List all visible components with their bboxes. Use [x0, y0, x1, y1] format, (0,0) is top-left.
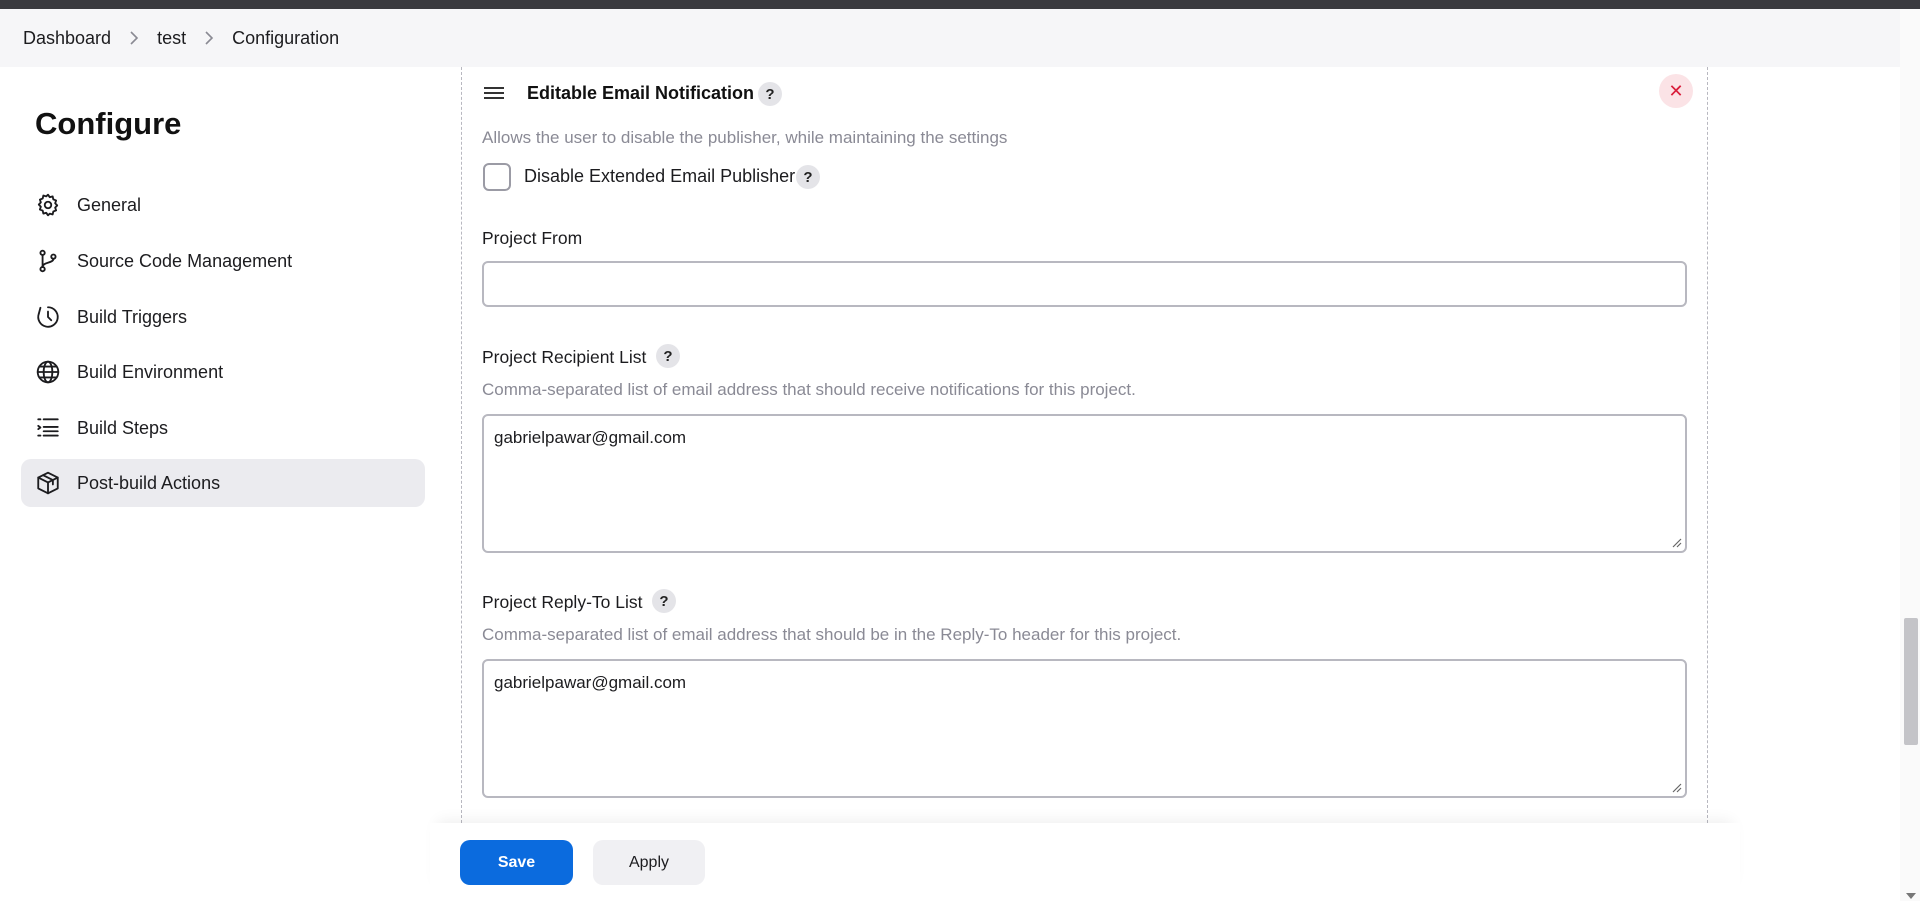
sidebar-item-post-build-actions[interactable]: Post-build Actions: [21, 459, 425, 507]
textarea-value: gabrielpawar@gmail.com: [494, 428, 687, 447]
project-recipient-list-textarea[interactable]: gabrielpawar@gmail.com: [482, 414, 1687, 553]
disable-extended-email-label: Disable Extended Email Publisher: [524, 166, 796, 186]
breadcrumb-test[interactable]: test: [157, 28, 186, 49]
help-icon[interactable]: ?: [656, 344, 680, 368]
project-from-label: Project From: [482, 228, 583, 248]
sidebar-item-label: Build Triggers: [77, 306, 188, 327]
project-from-input[interactable]: [482, 261, 1687, 307]
sidebar-item-label: Build Steps: [77, 417, 169, 438]
disable-description: Allows the user to disable the publisher…: [482, 128, 1008, 147]
sidebar-item-label: Post-build Actions: [77, 472, 221, 493]
top-bar: [0, 0, 1920, 9]
sidebar-item-build-steps[interactable]: Build Steps: [21, 404, 425, 452]
gear-icon: [35, 192, 61, 218]
chevron-right-icon: [129, 31, 139, 45]
package-icon: [35, 470, 61, 496]
breadcrumb-dashboard[interactable]: Dashboard: [23, 28, 111, 49]
help-icon[interactable]: ?: [796, 165, 820, 189]
save-button[interactable]: Save: [460, 840, 573, 885]
disable-extended-email-checkbox[interactable]: [483, 163, 511, 191]
sidebar-item-source-code-management[interactable]: Source Code Management: [21, 237, 425, 285]
page-scrollbar[interactable]: [1900, 9, 1920, 901]
project-reply-to-list-textarea[interactable]: gabrielpawar@gmail.com: [482, 659, 1687, 798]
form-footer: Save Apply: [430, 823, 1740, 901]
project-reply-to-list-description: Comma-separated list of email address th…: [482, 625, 1182, 644]
breadcrumb-configuration[interactable]: Configuration: [232, 28, 339, 49]
chevron-right-icon: [204, 31, 214, 45]
close-icon[interactable]: ✕: [1659, 74, 1693, 108]
sidebar-item-label: Source Code Management: [77, 250, 293, 271]
branch-icon: [35, 248, 61, 274]
section-title: Editable Email Notification: [527, 83, 755, 103]
breadcrumb: Dashboard test Configuration: [0, 9, 1900, 67]
sidebar-item-build-triggers[interactable]: Build Triggers: [21, 293, 425, 341]
scroll-down-arrow-icon[interactable]: [1906, 893, 1916, 899]
project-recipient-list-description: Comma-separated list of email address th…: [482, 380, 1136, 399]
scrollbar-thumb[interactable]: [1904, 618, 1918, 745]
page-title: Configure: [35, 106, 182, 141]
sidebar-item-build-environment[interactable]: Build Environment: [21, 348, 425, 396]
resize-grip-icon[interactable]: [1672, 783, 1682, 793]
drag-handle-icon[interactable]: [484, 87, 504, 101]
help-icon[interactable]: ?: [652, 589, 676, 613]
editable-email-notification-section: Editable Email Notification ? ✕ Allows t…: [461, 67, 1708, 823]
resize-grip-icon[interactable]: [1672, 538, 1682, 548]
textarea-value: gabrielpawar@gmail.com: [494, 673, 687, 692]
project-reply-to-list-label: Project Reply-To List: [482, 592, 643, 612]
project-recipient-list-label: Project Recipient List: [482, 347, 647, 367]
help-icon[interactable]: ?: [758, 82, 782, 106]
globe-icon: [35, 359, 61, 385]
sidebar-item-general[interactable]: General: [21, 181, 425, 229]
sidebar-item-label: Build Environment: [77, 361, 224, 382]
sidebar-item-label: General: [77, 194, 142, 215]
list-icon: [35, 415, 61, 441]
apply-button[interactable]: Apply: [593, 840, 705, 885]
clock-icon: [35, 304, 61, 330]
